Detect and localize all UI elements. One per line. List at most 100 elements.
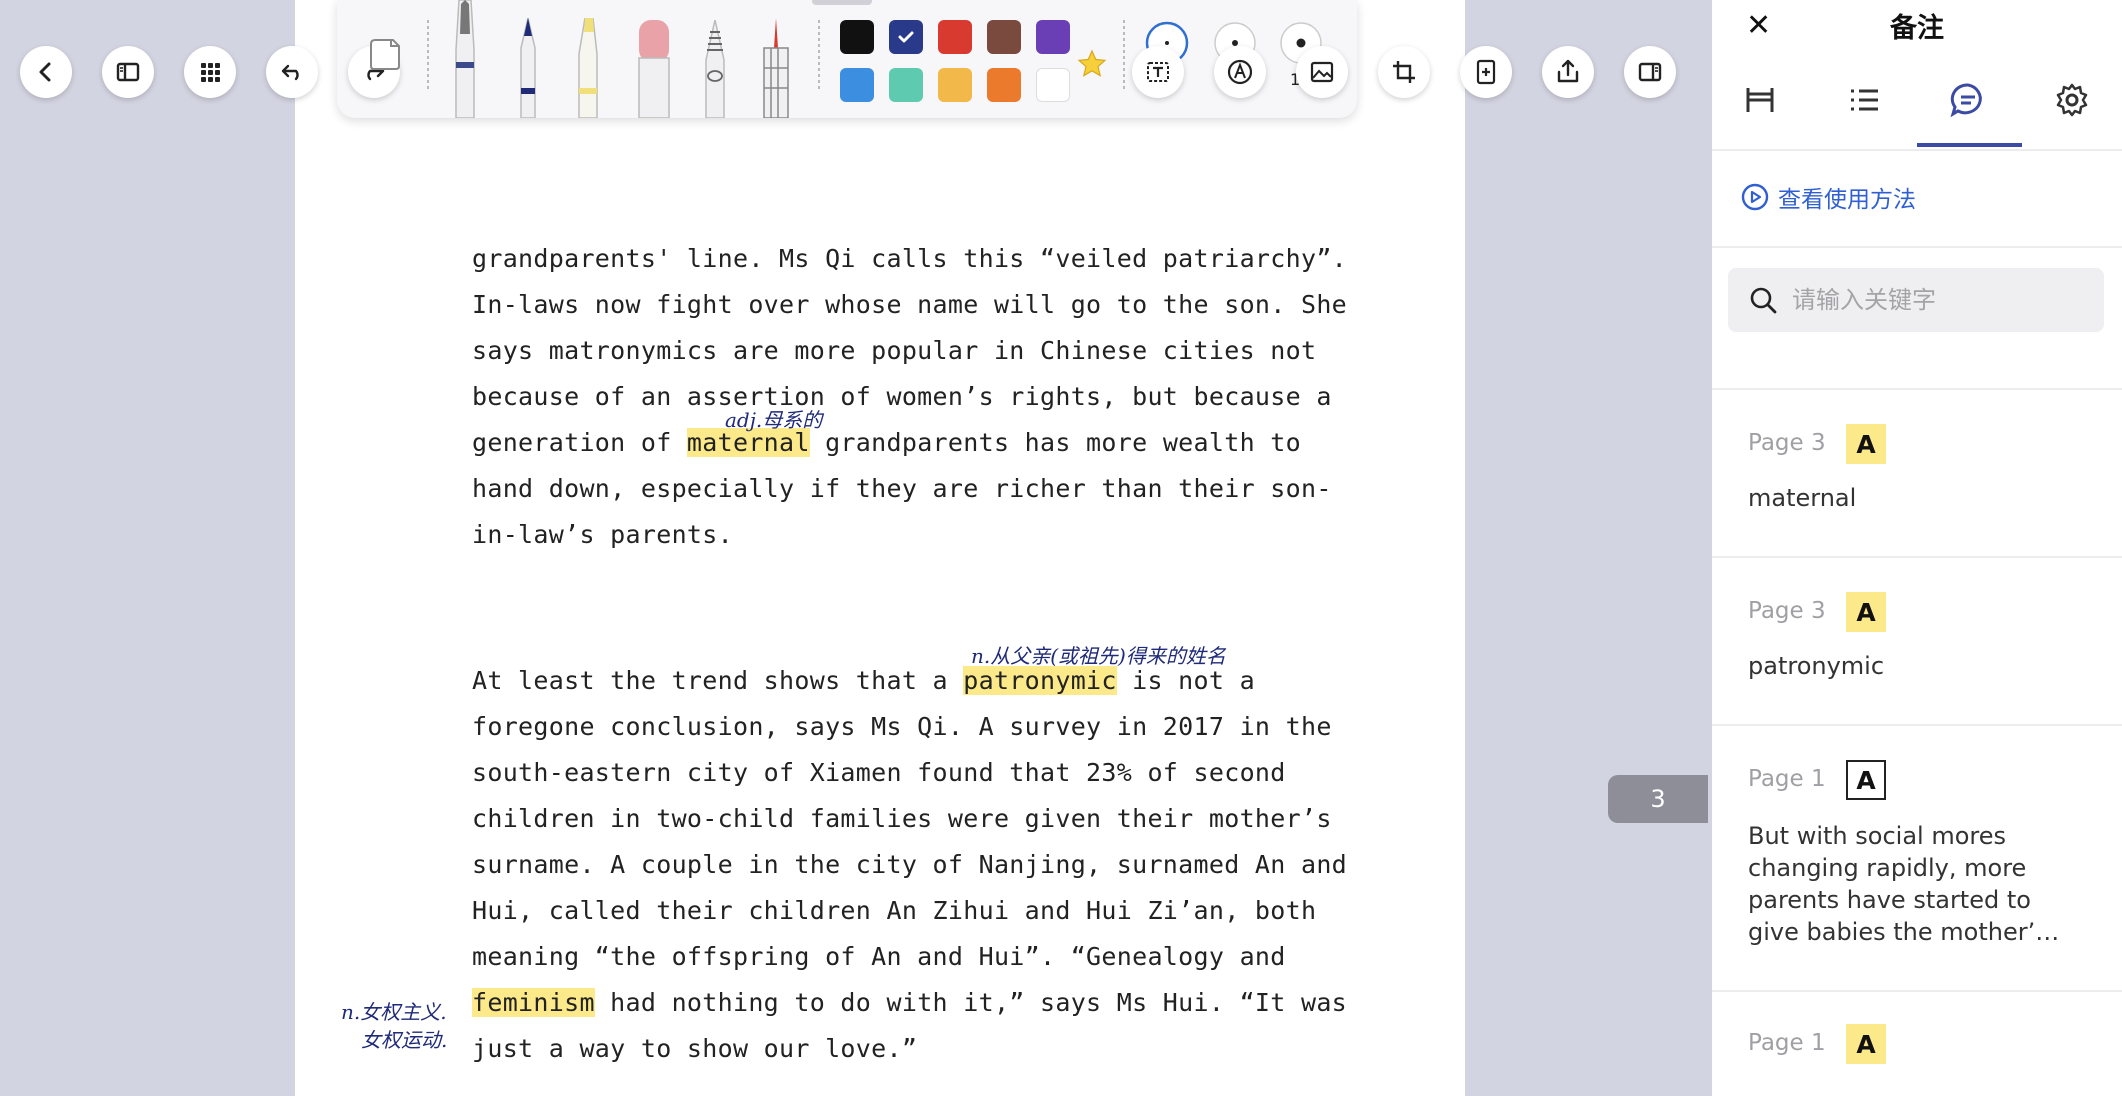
tab-notes[interactable] <box>1946 78 1990 122</box>
highlighter-icon <box>578 17 598 119</box>
color-swatch-purple[interactable] <box>1036 20 1070 54</box>
undo-icon <box>281 64 299 81</box>
text-line: just a way to show our love.” <box>472 1034 918 1063</box>
favorite-colors-button[interactable] <box>1076 48 1108 84</box>
toolbar-handle[interactable] <box>812 0 872 5</box>
sidebar-toggle-button[interactable] <box>102 46 154 98</box>
note-page: Page 1 <box>1748 766 1826 792</box>
note-text: patronymic <box>1748 652 1885 680</box>
bookmark-tab-icon <box>1746 88 1774 112</box>
color-swatch-white[interactable] <box>1036 68 1070 102</box>
play-circle-icon <box>1741 183 1769 211</box>
grid-view-button[interactable] <box>184 46 236 98</box>
lasso-select-icon <box>705 19 725 119</box>
text-line: says matronymics are more popular in Chi… <box>472 336 1317 365</box>
ruler-icon <box>763 18 789 119</box>
handwritten-note-feminism-1: n.女权主义. <box>341 1000 447 1024</box>
back-button[interactable] <box>20 46 72 98</box>
checkmark-icon <box>898 31 914 43</box>
gear-icon <box>2056 83 2088 117</box>
color-swatch-yellow[interactable] <box>938 68 972 102</box>
handwritten-note-feminism-2: 女权运动. <box>361 1028 448 1052</box>
color-swatch-brown[interactable] <box>987 20 1021 54</box>
text-line: grandparents' line. Ms Qi calls this “ve… <box>472 244 1348 273</box>
color-swatch-teal[interactable] <box>889 68 923 102</box>
highlighter-tool[interactable] <box>571 17 605 122</box>
highlight-annotation-icon: A <box>1846 592 1886 632</box>
highlight-feminism[interactable]: feminism <box>472 988 595 1017</box>
document-page[interactable]: grandparents' line. Ms Qi calls this “ve… <box>295 0 1465 1096</box>
ballpoint-pen-tool[interactable] <box>511 17 545 122</box>
note-page: Page 1 <box>1748 1030 1826 1056</box>
comment-icon <box>1950 83 1982 118</box>
fountain-pen-icon <box>455 0 475 119</box>
share-button[interactable] <box>1542 46 1594 98</box>
note-item[interactable]: Page 3 A patronymic <box>1712 558 2122 724</box>
lasso-icon <box>370 39 400 70</box>
fountain-pen-tool[interactable] <box>448 0 482 122</box>
paragraph-2: At least the trend shows that a patronym… <box>472 658 1347 1072</box>
text-line: children in two-child families were give… <box>472 804 1332 833</box>
tab-settings[interactable] <box>2050 78 2094 122</box>
how-to-link[interactable]: 查看使用方法 <box>1740 180 1916 214</box>
text-tool-button[interactable] <box>1132 46 1184 98</box>
text-line: surname. A couple in the city of Nanjing… <box>472 850 1348 879</box>
lasso-tool-button[interactable] <box>365 36 405 76</box>
handwritten-note-maternal: adj.母系的 <box>725 408 823 432</box>
text-line: generation of maternal grandparents has … <box>472 428 1301 457</box>
color-swatch-blue[interactable] <box>840 68 874 102</box>
text-line: south-eastern city of Xiamen found that … <box>472 758 1286 787</box>
right-panel-toggle-button[interactable] <box>1624 46 1676 98</box>
lasso-select-tool[interactable] <box>698 19 732 122</box>
ballpoint-pen-icon <box>520 17 536 119</box>
underline-annotation-icon: A <box>1846 760 1886 800</box>
crop-icon <box>1393 61 1415 83</box>
sidebar-icon <box>116 62 140 82</box>
note-item[interactable]: Page 1 A But with social mores changing … <box>1712 726 2122 990</box>
note-item[interactable]: Page 3 A maternal <box>1712 390 2122 556</box>
note-item[interactable]: Page 1 A <box>1712 992 2122 1096</box>
search-input[interactable] <box>1792 286 2092 314</box>
eraser-icon <box>638 20 670 119</box>
how-to-label: 查看使用方法 <box>1778 187 1916 213</box>
ruler-tool[interactable] <box>758 18 794 122</box>
paragraph-1: grandparents' line. Ms Qi calls this “ve… <box>472 236 1347 558</box>
add-page-button[interactable] <box>1460 46 1512 98</box>
text-line: because of an assertion of women’s right… <box>472 382 1332 411</box>
undo-button[interactable] <box>266 46 318 98</box>
divider <box>1712 149 2122 151</box>
page-number-indicator[interactable]: 3 <box>1608 775 1708 823</box>
text-line: feminism had nothing to do with it,” say… <box>472 988 1348 1017</box>
color-swatch-red[interactable] <box>938 20 972 54</box>
eraser-tool[interactable] <box>634 18 674 122</box>
tab-outline[interactable] <box>1842 78 1886 122</box>
search-box[interactable] <box>1728 268 2104 332</box>
toolbar-separator <box>1123 20 1125 90</box>
text-line: hand down, especially if they are richer… <box>472 474 1332 503</box>
share-icon <box>1557 59 1579 83</box>
star-icon <box>1077 49 1107 77</box>
note-page: Page 3 <box>1748 430 1826 456</box>
pen-shape-icon <box>1227 59 1253 85</box>
handwritten-note-patronymic: n.从父亲(或祖先)得来的姓名 <box>971 644 1226 668</box>
toolbar-separator <box>818 20 820 90</box>
image-tool-button[interactable] <box>1296 46 1348 98</box>
crop-button[interactable] <box>1378 46 1430 98</box>
color-swatch-navy-selected[interactable] <box>889 20 923 54</box>
highlight-patronymic[interactable]: patronymic <box>963 666 1117 695</box>
tab-bookmarks[interactable] <box>1738 78 1782 122</box>
image-icon <box>1310 61 1334 83</box>
text-line: foregone conclusion, says Ms Qi. A surve… <box>472 712 1332 741</box>
highlight-annotation-icon: A <box>1846 1024 1886 1064</box>
color-swatch-black[interactable] <box>840 20 874 54</box>
divider <box>1712 246 2122 248</box>
active-tab-indicator <box>1917 143 2022 147</box>
text-line: in-law’s parents. <box>472 520 733 549</box>
shape-tool-button[interactable] <box>1214 46 1266 98</box>
note-text: maternal <box>1748 484 1857 512</box>
panel-title: 备注 <box>1890 13 1944 44</box>
color-swatch-orange[interactable] <box>987 68 1021 102</box>
toolbar-separator <box>427 20 429 90</box>
highlight-annotation-icon: A <box>1846 424 1886 464</box>
grid-icon <box>201 63 220 82</box>
